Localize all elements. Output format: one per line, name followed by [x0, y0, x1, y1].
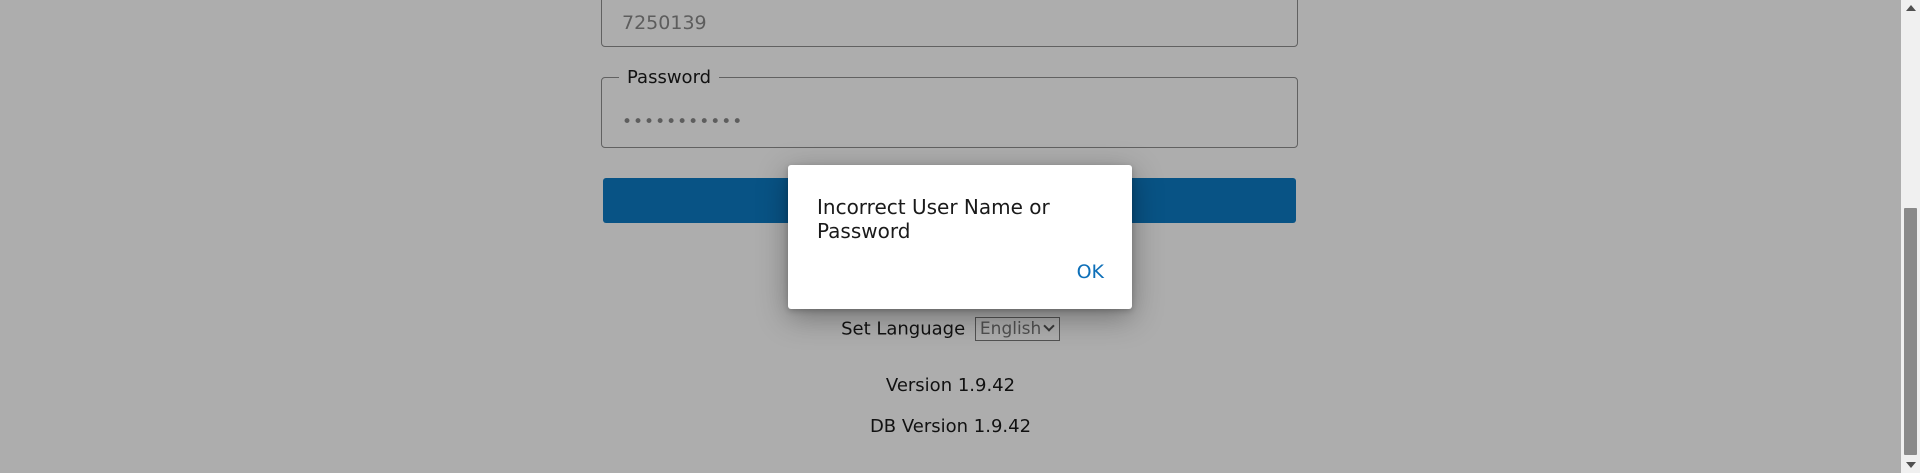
dialog-message: Incorrect User Name or Password: [817, 195, 1050, 243]
scroll-up-arrow-icon[interactable]: [1901, 0, 1920, 17]
alert-dialog: Incorrect User Name or Password OK: [788, 165, 1132, 309]
scroll-thumb[interactable]: [1904, 208, 1917, 455]
vertical-scrollbar[interactable]: [1901, 0, 1920, 473]
scroll-down-arrow-icon[interactable]: [1901, 456, 1920, 473]
ok-button[interactable]: OK: [1077, 261, 1104, 283]
